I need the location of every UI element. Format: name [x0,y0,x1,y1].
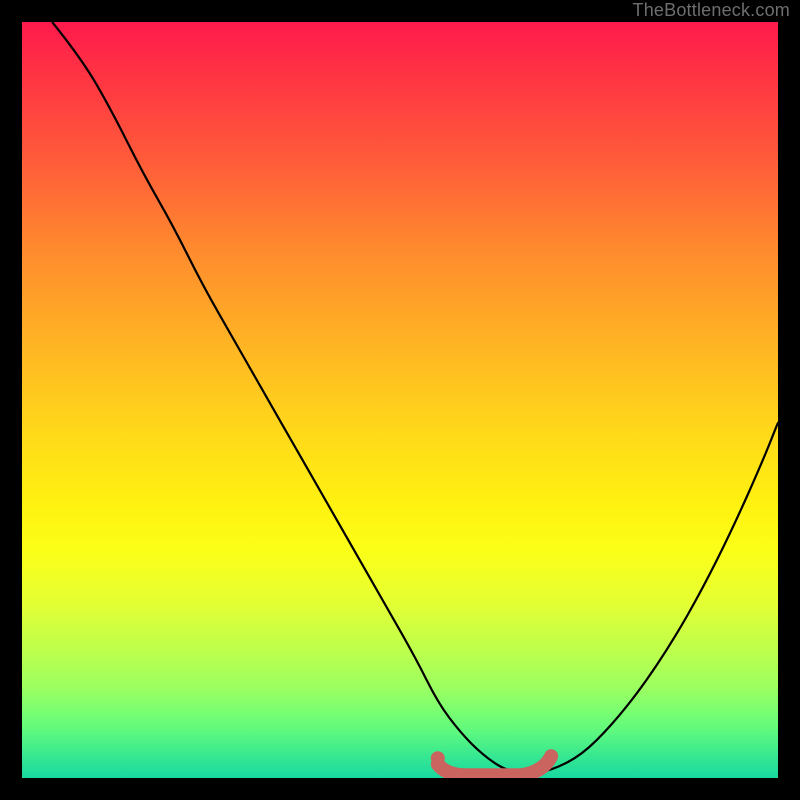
watermark-label: TheBottleneck.com [633,0,790,21]
bottleneck-curve [52,22,778,773]
chart-container: TheBottleneck.com [0,0,800,800]
sweet-spot-band [438,756,551,775]
sweet-spot-start-dot [431,751,445,765]
plot-area [22,22,778,778]
bottleneck-curve-svg [22,22,778,778]
